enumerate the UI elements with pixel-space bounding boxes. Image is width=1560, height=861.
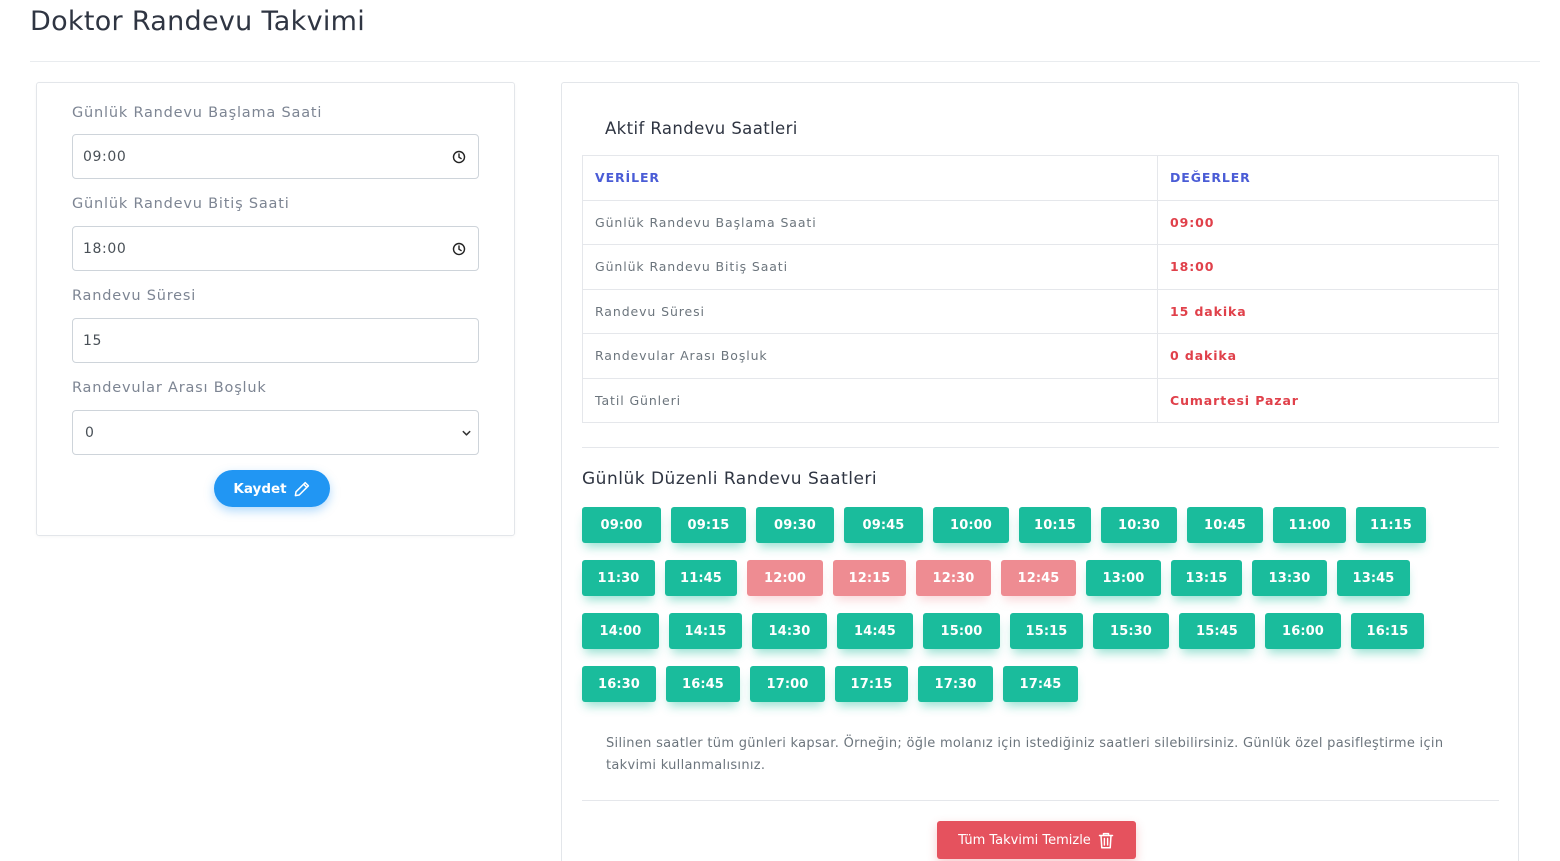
table-header-values: DEĞERLER (1157, 155, 1499, 201)
table-cell-value: 15 dakika (1157, 288, 1499, 334)
table-cell-value: 18:00 (1157, 244, 1499, 290)
table-row: Tatil Günleri Cumartesi Pazar (582, 377, 1499, 423)
clear-calendar-button[interactable]: Tüm Takvimi Temizle (937, 821, 1136, 859)
time-slot-button[interactable]: 09:15 (671, 507, 746, 543)
time-slot-button[interactable]: 13:15 (1171, 560, 1242, 596)
time-slot-button[interactable]: 09:30 (756, 507, 834, 543)
time-slot-button[interactable]: 16:45 (666, 666, 740, 702)
title-divider (30, 61, 1540, 62)
settings-card: Günlük Randevu Başlama Saati 09:00 Günlü… (36, 82, 515, 536)
clock-icon[interactable] (452, 242, 466, 256)
time-slot-button[interactable]: 10:15 (1019, 507, 1091, 543)
time-slot-button[interactable]: 10:30 (1101, 507, 1177, 543)
time-slot-button[interactable]: 16:00 (1265, 613, 1341, 649)
time-slot-button[interactable]: 11:00 (1273, 507, 1346, 543)
time-slot-button-disabled[interactable]: 12:30 (916, 560, 991, 596)
section-divider (582, 447, 1499, 448)
daily-slots-title: Günlük Düzenli Randevu Saatleri (582, 469, 878, 489)
time-slot-button[interactable]: 14:30 (752, 613, 827, 649)
trash-icon (1098, 832, 1114, 849)
start-time-value: 09:00 (83, 148, 127, 165)
start-time-label: Günlük Randevu Başlama Saati (72, 105, 323, 121)
table-cell-value: 09:00 (1157, 199, 1499, 245)
start-time-input[interactable]: 09:00 (72, 134, 479, 179)
page-title: Doktor Randevu Takvimi (30, 6, 366, 37)
time-slot-button[interactable]: 10:45 (1187, 507, 1263, 543)
duration-input[interactable]: 15 (72, 318, 479, 363)
time-slot-button[interactable]: 09:00 (582, 507, 661, 543)
slots-note: Silinen saatler tüm günleri kapsar. Örne… (606, 736, 1444, 773)
table-row: Randevular Arası Boşluk 0 dakika (582, 333, 1499, 379)
save-button-label: Kaydet (233, 480, 287, 497)
time-slot-button-disabled[interactable]: 12:45 (1001, 560, 1076, 596)
table-row: Günlük Randevu Başlama Saati 09:00 (582, 199, 1499, 245)
time-slot-button[interactable]: 11:45 (665, 560, 737, 596)
section-divider (582, 800, 1499, 801)
end-time-input[interactable]: 18:00 (72, 226, 479, 271)
save-button[interactable]: Kaydet (214, 470, 330, 507)
time-slot-button[interactable]: 10:00 (933, 507, 1009, 543)
time-slot-button[interactable]: 17:30 (918, 666, 993, 702)
time-slot-button[interactable]: 14:15 (669, 613, 742, 649)
table-cell-key: Randevu Süresi (582, 288, 1158, 334)
time-slot-button[interactable]: 17:00 (750, 666, 825, 702)
time-slot-button[interactable]: 09:45 (844, 507, 923, 543)
clear-calendar-label: Tüm Takvimi Temizle (958, 832, 1091, 848)
time-slot-button[interactable]: 15:45 (1179, 613, 1255, 649)
time-slot-button[interactable]: 16:30 (582, 666, 656, 702)
table-cell-key: Günlük Randevu Başlama Saati (582, 199, 1158, 245)
table-cell-value: Cumartesi Pazar (1157, 377, 1499, 423)
time-slot-button[interactable]: 15:30 (1093, 613, 1169, 649)
table-row: Günlük Randevu Bitiş Saati 18:00 (582, 244, 1499, 290)
active-hours-title: Aktif Randevu Saatleri (605, 119, 798, 138)
time-slot-button[interactable]: 17:15 (835, 666, 908, 702)
pencil-icon (294, 481, 309, 496)
schedule-card: Aktif Randevu Saatleri VERİLER DEĞERLER … (561, 82, 1519, 861)
time-slot-button[interactable]: 17:45 (1003, 666, 1078, 702)
time-slot-button-disabled[interactable]: 12:15 (833, 560, 906, 596)
table-cell-value: 0 dakika (1157, 333, 1499, 379)
table-header-row: VERİLER DEĞERLER (582, 155, 1499, 201)
table-cell-key: Tatil Günleri (582, 377, 1158, 423)
duration-label: Randevu Süresi (72, 288, 197, 304)
time-slot-button[interactable]: 13:30 (1252, 560, 1327, 596)
clock-icon[interactable] (452, 150, 466, 164)
end-time-label: Günlük Randevu Bitiş Saati (72, 196, 290, 212)
chevron-down-icon (462, 430, 471, 436)
gap-value: 0 (85, 424, 95, 441)
active-settings-table: VERİLER DEĞERLER Günlük Randevu Başlama … (582, 155, 1499, 423)
table-cell-key: Günlük Randevu Bitiş Saati (582, 244, 1158, 290)
end-time-value: 18:00 (83, 240, 127, 257)
time-slot-button-disabled[interactable]: 12:00 (747, 560, 823, 596)
table-cell-key: Randevular Arası Boşluk (582, 333, 1158, 379)
time-slot-button[interactable]: 14:45 (837, 613, 913, 649)
time-slot-button[interactable]: 16:15 (1351, 613, 1424, 649)
time-slot-button[interactable]: 13:45 (1337, 560, 1410, 596)
time-slot-button[interactable]: 11:15 (1356, 507, 1426, 543)
time-slot-button[interactable]: 11:30 (582, 560, 655, 596)
duration-value: 15 (83, 332, 103, 349)
gap-label: Randevular Arası Boşluk (72, 380, 267, 396)
table-row: Randevu Süresi 15 dakika (582, 288, 1499, 334)
time-slot-button[interactable]: 14:00 (582, 613, 659, 649)
time-slot-button[interactable]: 15:15 (1010, 613, 1083, 649)
table-header-data: VERİLER (582, 155, 1158, 201)
time-slot-button[interactable]: 13:00 (1086, 560, 1161, 596)
time-slot-button[interactable]: 15:00 (923, 613, 1000, 649)
gap-select[interactable]: 0 (72, 410, 479, 455)
